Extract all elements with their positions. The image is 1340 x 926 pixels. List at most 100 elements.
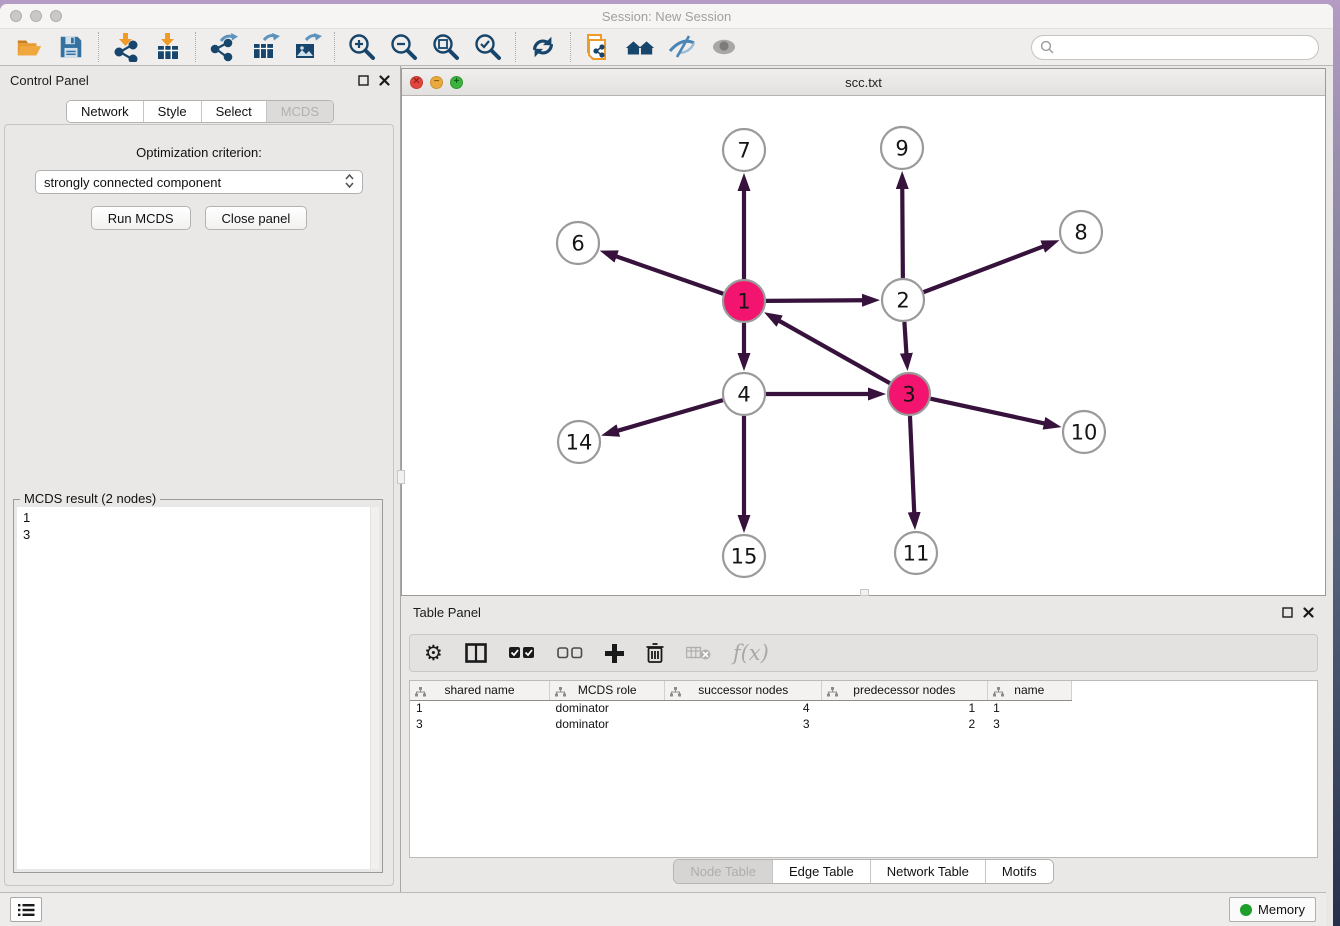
table-cell[interactable]: 3: [665, 716, 822, 732]
float-table-panel-icon[interactable]: [1282, 607, 1293, 618]
table-cell[interactable]: dominator: [550, 700, 665, 716]
control-panel: Control Panel Network Style Select MCDS …: [0, 66, 401, 892]
graph-edge-1-2[interactable]: [766, 300, 863, 301]
deselect-all-icon[interactable]: [557, 640, 583, 666]
graph-edge-3-11[interactable]: [910, 416, 914, 513]
close-panel-icon[interactable]: [379, 75, 390, 86]
delete-column-icon[interactable]: [646, 640, 664, 666]
graph-edge-2-9[interactable]: [902, 188, 903, 278]
tab-node-table[interactable]: Node Table: [674, 860, 773, 883]
graph-edge-2-3[interactable]: [904, 322, 906, 354]
graph-edge-4-14[interactable]: [617, 400, 722, 431]
table-cell[interactable]: dominator: [550, 716, 665, 732]
add-column-icon[interactable]: [605, 640, 624, 666]
zoom-fit-icon[interactable]: [431, 32, 461, 62]
float-panel-icon[interactable]: [358, 75, 369, 86]
network-canvas-svg: 7968124314101511: [402, 96, 1325, 595]
graph-edge-3-10[interactable]: [930, 399, 1044, 424]
split-pane-handle[interactable]: [397, 470, 405, 484]
graph-edge-3-1[interactable]: [779, 321, 890, 384]
graph-node-label-7: 7: [737, 139, 750, 163]
column-selector-icon[interactable]: [465, 640, 487, 666]
graph-node-label-2: 2: [896, 289, 909, 313]
table-panel-title: Table Panel: [413, 605, 481, 620]
tab-style[interactable]: Style: [144, 101, 202, 122]
network-from-selection-icon[interactable]: [583, 32, 613, 62]
graph-node-label-11: 11: [903, 542, 930, 566]
run-mcds-button[interactable]: Run MCDS: [91, 206, 191, 230]
graph-edge-1-6[interactable]: [616, 256, 723, 294]
first-neighbors-icon[interactable]: [625, 32, 655, 62]
tab-motifs[interactable]: Motifs: [986, 860, 1053, 883]
mcds-tab-content: Optimization criterion: strongly connect…: [4, 124, 394, 886]
tab-mcds[interactable]: MCDS: [267, 101, 333, 122]
network-window-titlebar: ✕ − + scc.txt: [402, 69, 1325, 96]
zoom-selected-icon[interactable]: [473, 32, 503, 62]
hierarchy-icon: [415, 686, 426, 700]
search-icon: [1040, 40, 1054, 54]
task-history-button[interactable]: [10, 897, 42, 922]
export-image-icon[interactable]: [292, 32, 322, 62]
mcds-result-title: MCDS result (2 nodes): [20, 491, 160, 506]
graph-node-label-4: 4: [737, 383, 750, 407]
close-table-panel-icon[interactable]: [1303, 607, 1314, 618]
function-builder-icon[interactable]: f(x): [733, 640, 769, 666]
graph-node-label-10: 10: [1071, 421, 1098, 445]
graph-node-label-3: 3: [902, 383, 915, 407]
table-row[interactable]: 3dominator323: [410, 716, 1072, 732]
table-cell[interactable]: 1: [822, 700, 988, 716]
table-cell[interactable]: 2: [822, 716, 988, 732]
table-cell[interactable]: 1: [410, 700, 550, 716]
table-cell[interactable]: 4: [665, 700, 822, 716]
select-all-icon[interactable]: [509, 640, 535, 666]
export-network-icon[interactable]: [208, 32, 238, 62]
search-input[interactable]: [1059, 40, 1310, 55]
export-table-icon[interactable]: [250, 32, 280, 62]
apply-layout-icon[interactable]: [528, 32, 558, 62]
import-network-icon[interactable]: [111, 32, 141, 62]
hide-selected-icon[interactable]: [667, 32, 697, 62]
canvas-split-handle[interactable]: [860, 589, 869, 596]
import-table-icon[interactable]: [153, 32, 183, 62]
column-header[interactable]: name: [987, 681, 1071, 700]
status-bar: Memory: [0, 892, 1326, 926]
table-settings-icon[interactable]: ⚙: [424, 640, 443, 666]
tab-select[interactable]: Select: [202, 101, 267, 122]
hierarchy-icon: [993, 686, 1004, 700]
network-canvas[interactable]: 7968124314101511: [402, 96, 1325, 595]
column-header[interactable]: successor nodes: [665, 681, 822, 700]
hierarchy-icon: [555, 686, 566, 700]
tab-network-table[interactable]: Network Table: [871, 860, 986, 883]
graph-edge-2-8[interactable]: [924, 246, 1044, 292]
table-cell[interactable]: 3: [410, 716, 550, 732]
window-title: Session: New Session: [0, 9, 1333, 24]
open-file-icon[interactable]: [14, 32, 44, 62]
zoom-out-icon[interactable]: [389, 32, 419, 62]
tab-network[interactable]: Network: [67, 101, 144, 122]
node-table: shared nameMCDS rolesuccessor nodesprede…: [409, 680, 1318, 858]
column-header[interactable]: MCDS role: [550, 681, 665, 700]
column-header[interactable]: predecessor nodes: [822, 681, 988, 700]
control-panel-tabs: Network Style Select MCDS: [0, 100, 400, 123]
network-view-window: ✕ − + scc.txt 7968124314101511: [401, 68, 1326, 596]
show-all-icon[interactable]: [709, 32, 739, 62]
column-header[interactable]: shared name: [410, 681, 550, 700]
delete-table-icon[interactable]: [686, 640, 711, 666]
table-row[interactable]: 1dominator411: [410, 700, 1072, 716]
table-toolbar: ⚙: [409, 634, 1318, 672]
tab-edge-table[interactable]: Edge Table: [773, 860, 871, 883]
table-cell[interactable]: 1: [987, 700, 1071, 716]
titlebar: Session: New Session: [0, 4, 1333, 28]
memory-button[interactable]: Memory: [1229, 897, 1316, 922]
mcds-result-text[interactable]: 1 3: [17, 507, 370, 869]
close-panel-button[interactable]: Close panel: [205, 206, 308, 230]
optimization-criterion-select[interactable]: strongly connected component: [35, 170, 363, 194]
table-header-row[interactable]: shared nameMCDS rolesuccessor nodesprede…: [410, 681, 1072, 700]
table-cell[interactable]: 3: [987, 716, 1071, 732]
result-scrollbar[interactable]: [370, 507, 379, 869]
graph-node-label-14: 14: [566, 431, 593, 455]
save-session-icon[interactable]: [56, 32, 86, 62]
chevron-up-down-icon: [345, 174, 354, 191]
search-field[interactable]: [1031, 35, 1319, 60]
zoom-in-icon[interactable]: [347, 32, 377, 62]
